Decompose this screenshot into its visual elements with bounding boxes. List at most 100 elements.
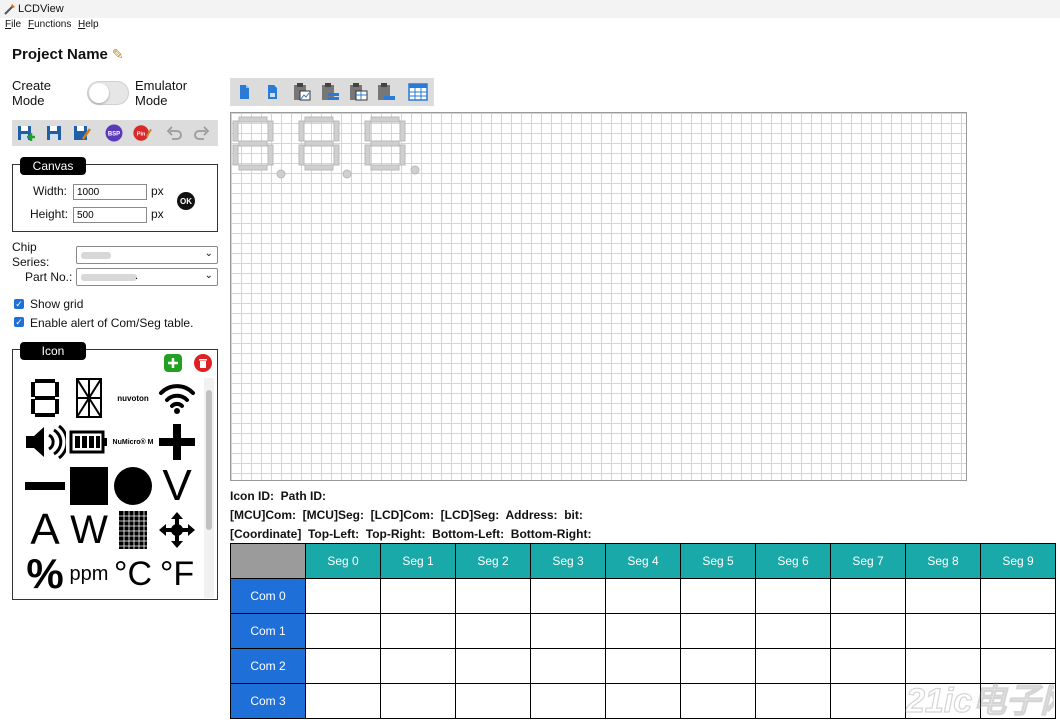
edit-pencil-icon[interactable]: ✎ xyxy=(112,46,124,62)
table-cell[interactable] xyxy=(305,613,381,649)
battery-icon[interactable] xyxy=(68,421,110,463)
enable-alert-label: Enable alert of Com/Seg table. xyxy=(30,316,194,330)
table-cell[interactable] xyxy=(680,648,756,684)
percent-icon[interactable]: % xyxy=(24,550,66,597)
menu-help[interactable]: Help xyxy=(78,19,99,30)
amp-icon[interactable]: A xyxy=(24,505,66,554)
move-arrows-icon[interactable] xyxy=(156,509,198,551)
part-no-value xyxy=(81,274,137,281)
table-cell[interactable] xyxy=(380,613,456,649)
lcd-canvas[interactable] xyxy=(230,112,967,481)
save-icon xyxy=(47,126,61,140)
table-cell[interactable] xyxy=(305,683,381,719)
table-cell[interactable] xyxy=(680,683,756,719)
table-cell[interactable] xyxy=(755,648,831,684)
table-cell[interactable] xyxy=(680,578,756,614)
ppm-icon[interactable]: ppm xyxy=(68,553,110,595)
bsp-button[interactable]: BSP xyxy=(104,123,124,143)
title-bar: LCDView xyxy=(0,0,1060,18)
celsius-icon[interactable]: °C xyxy=(112,553,154,595)
table-cell[interactable] xyxy=(455,578,531,614)
clipboard-align-bottom-button[interactable] xyxy=(376,82,396,102)
seven-segment-icon[interactable] xyxy=(24,377,66,419)
fahrenheit-icon[interactable]: °F xyxy=(156,553,198,595)
svg-text:BSP: BSP xyxy=(108,132,120,138)
delete-icon-button[interactable] xyxy=(194,354,212,372)
table-cell[interactable] xyxy=(530,648,606,684)
mode-toggle[interactable] xyxy=(87,81,129,105)
volt-icon[interactable]: V xyxy=(156,461,198,510)
redo-button[interactable] xyxy=(192,123,212,143)
table-cell[interactable] xyxy=(980,578,1056,614)
chevron-down-icon: ⌄ xyxy=(204,270,213,281)
com-seg-info: [MCU]Com: [MCU]Seg: [LCD]Com: [LCD]Seg: … xyxy=(230,508,583,522)
nuvoton-logo-icon[interactable]: nuvoton xyxy=(112,377,154,419)
table-cell[interactable] xyxy=(605,648,681,684)
minus-sign-icon[interactable] xyxy=(24,465,66,507)
part-no-select[interactable]: . ⌄ xyxy=(76,268,218,286)
enable-alert-checkbox[interactable]: ✓ xyxy=(14,317,24,327)
table-cell[interactable] xyxy=(305,648,381,684)
chip-series-select[interactable]: ⌄ xyxy=(76,246,218,264)
table-cell[interactable] xyxy=(830,648,906,684)
clipboard-grid-button[interactable] xyxy=(348,82,368,102)
copy-button[interactable] xyxy=(234,82,254,102)
table-cell[interactable] xyxy=(530,578,606,614)
undo-button[interactable] xyxy=(164,123,184,143)
table-cell[interactable] xyxy=(380,578,456,614)
table-cell[interactable] xyxy=(980,613,1056,649)
table-cell[interactable] xyxy=(680,613,756,649)
menu-functions[interactable]: Functions xyxy=(28,19,71,30)
table-cell[interactable] xyxy=(455,613,531,649)
table-cell[interactable] xyxy=(755,578,831,614)
watt-icon[interactable]: W xyxy=(68,508,110,552)
menu-file[interactable]: File xyxy=(5,19,21,30)
table-cell[interactable] xyxy=(605,683,681,719)
table-cell[interactable] xyxy=(455,648,531,684)
seg-header: Seg 2 xyxy=(455,543,531,579)
com-header: Com 2 xyxy=(230,648,306,684)
width-input[interactable] xyxy=(73,184,147,200)
new-save-button[interactable] xyxy=(16,123,36,143)
wifi-icon[interactable] xyxy=(156,377,198,419)
numicro-logo-icon[interactable]: NuMicro® M xyxy=(112,421,154,463)
paste-button[interactable] xyxy=(262,82,282,102)
ok-button[interactable]: OK xyxy=(177,192,195,210)
table-cell[interactable] xyxy=(530,613,606,649)
scroll-thumb[interactable] xyxy=(206,390,212,530)
table-cell[interactable] xyxy=(830,683,906,719)
fourteen-segment-icon[interactable] xyxy=(68,377,110,419)
save-button[interactable] xyxy=(44,123,64,143)
icon-scrollbar[interactable] xyxy=(204,378,214,598)
table-cell[interactable] xyxy=(605,578,681,614)
table-cell[interactable] xyxy=(380,683,456,719)
plus-sign-icon[interactable] xyxy=(156,421,198,463)
table-cell[interactable] xyxy=(530,683,606,719)
dot-matrix-icon[interactable] xyxy=(112,509,154,551)
table-cell[interactable] xyxy=(605,613,681,649)
save-as-button[interactable] xyxy=(72,123,92,143)
table-cell[interactable] xyxy=(455,683,531,719)
table-cell[interactable] xyxy=(755,683,831,719)
project-name-text: Project Name xyxy=(12,46,108,63)
table-cell[interactable] xyxy=(830,578,906,614)
show-grid-checkbox[interactable]: ✓ xyxy=(14,299,24,309)
square-icon[interactable] xyxy=(68,465,110,507)
svg-text:21ic电子网: 21ic电子网 xyxy=(905,682,1054,720)
table-cell[interactable] xyxy=(830,613,906,649)
height-input[interactable] xyxy=(73,207,147,223)
speaker-icon[interactable] xyxy=(24,421,66,463)
table-cell[interactable] xyxy=(905,613,981,649)
clipboard-image-button[interactable] xyxy=(292,82,312,102)
pin-button[interactable]: Pin xyxy=(132,123,152,143)
menu-bar: File Functions Help xyxy=(0,18,1060,32)
circle-icon[interactable] xyxy=(112,465,154,507)
table-cell[interactable] xyxy=(905,578,981,614)
table-cell[interactable] xyxy=(755,613,831,649)
table-button[interactable] xyxy=(408,82,428,102)
table-cell[interactable] xyxy=(305,578,381,614)
bsp-icon: BSP xyxy=(105,124,123,142)
add-icon-button[interactable] xyxy=(164,354,182,372)
clipboard-align-top-button[interactable] xyxy=(320,82,340,102)
table-cell[interactable] xyxy=(380,648,456,684)
